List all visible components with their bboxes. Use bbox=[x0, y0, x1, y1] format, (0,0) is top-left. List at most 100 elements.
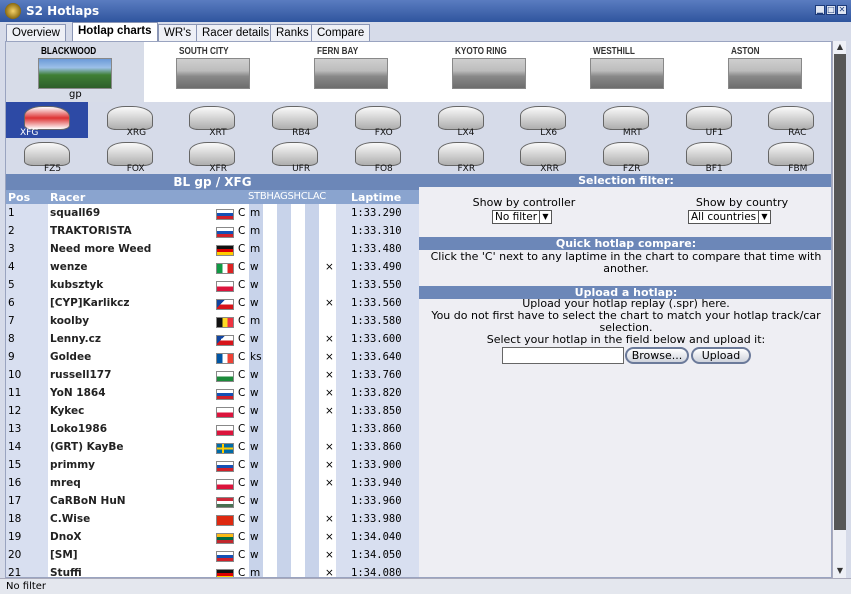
table-row[interactable]: 9 Goldee Cks × 1:33.640 bbox=[6, 348, 419, 366]
track-5[interactable]: ASTON bbox=[696, 42, 831, 102]
racer-name-link[interactable]: (GRT) KayBe bbox=[50, 441, 124, 453]
racer-name-link[interactable]: YoN 1864 bbox=[50, 387, 106, 399]
track-4[interactable]: WESTHILL bbox=[558, 42, 696, 102]
car-mrt[interactable]: MRT bbox=[585, 102, 667, 138]
minimize-icon[interactable]: ▁ bbox=[815, 5, 825, 15]
laptime[interactable]: 1:33.860 bbox=[351, 441, 402, 453]
car-xrg[interactable]: XRG bbox=[89, 102, 171, 138]
laptime[interactable]: 1:33.480 bbox=[351, 243, 402, 255]
racer-name-link[interactable]: wenze bbox=[50, 261, 88, 273]
table-row[interactable]: 16 mreq Cw × 1:33.940 bbox=[6, 474, 419, 492]
table-row[interactable]: 21 Stuffi Cm × 1:34.080 bbox=[6, 564, 419, 577]
compare-link[interactable]: C bbox=[238, 459, 245, 471]
compare-link[interactable]: C bbox=[238, 387, 245, 399]
racer-name-link[interactable]: Need more Weed bbox=[50, 243, 151, 255]
table-row[interactable]: 5 kubsztyk Cw 1:33.550 bbox=[6, 276, 419, 294]
table-row[interactable]: 20 [SM] Cw × 1:34.050 bbox=[6, 546, 419, 564]
maximize-icon[interactable]: □ bbox=[826, 5, 836, 15]
table-row[interactable]: 19 DnoX Cw × 1:34.040 bbox=[6, 528, 419, 546]
table-row[interactable]: 8 Lenny.cz Cw × 1:33.600 bbox=[6, 330, 419, 348]
compare-link[interactable]: C bbox=[238, 333, 245, 345]
track-3[interactable]: KYOTO RING bbox=[420, 42, 558, 102]
car-rb4[interactable]: RB4 bbox=[254, 102, 336, 138]
car-xfr[interactable]: XFR bbox=[171, 138, 253, 174]
laptime[interactable]: 1:33.640 bbox=[351, 351, 402, 363]
table-row[interactable]: 6 [CYP]Karlikcz Cw × 1:33.560 bbox=[6, 294, 419, 312]
racer-name-link[interactable]: koolby bbox=[50, 315, 89, 327]
racer-name-link[interactable]: [SM] bbox=[50, 549, 78, 561]
car-xfg[interactable]: XFG bbox=[6, 102, 88, 138]
compare-link[interactable]: C bbox=[238, 405, 245, 417]
table-row[interactable]: 13 Loko1986 Cw 1:33.860 bbox=[6, 420, 419, 438]
car-fo8[interactable]: FO8 bbox=[337, 138, 419, 174]
table-row[interactable]: 12 Kykec Cw × 1:33.850 bbox=[6, 402, 419, 420]
laptime[interactable]: 1:33.820 bbox=[351, 387, 402, 399]
compare-link[interactable]: C bbox=[238, 243, 245, 255]
hotlap-file-input[interactable] bbox=[502, 347, 624, 364]
table-row[interactable]: 2 TRAKTORISTA Cm 1:33.310 bbox=[6, 222, 419, 240]
laptime[interactable]: 1:33.580 bbox=[351, 315, 402, 327]
compare-link[interactable]: C bbox=[238, 279, 245, 291]
laptime[interactable]: 1:33.560 bbox=[351, 297, 402, 309]
car-fxr[interactable]: FXR bbox=[420, 138, 502, 174]
vertical-scrollbar[interactable]: ▲ ▼ bbox=[832, 41, 846, 578]
compare-link[interactable]: C bbox=[238, 297, 245, 309]
laptime[interactable]: 1:33.860 bbox=[351, 423, 402, 435]
compare-link[interactable]: C bbox=[238, 423, 245, 435]
racer-name-link[interactable]: squall69 bbox=[50, 207, 100, 219]
car-ufr[interactable]: UFR bbox=[254, 138, 336, 174]
compare-link[interactable]: C bbox=[238, 531, 245, 543]
car-fxo[interactable]: FXO bbox=[337, 102, 419, 138]
track-2[interactable]: FERN BAY bbox=[282, 42, 420, 102]
racer-name-link[interactable]: Goldee bbox=[50, 351, 91, 363]
laptime[interactable]: 1:34.040 bbox=[351, 531, 402, 543]
car-lx4[interactable]: LX4 bbox=[420, 102, 502, 138]
compare-link[interactable]: C bbox=[238, 567, 245, 577]
tab-racer-details[interactable]: Racer details bbox=[196, 24, 276, 42]
table-row[interactable]: 4 wenze Cw × 1:33.490 bbox=[6, 258, 419, 276]
compare-link[interactable]: C bbox=[238, 513, 245, 525]
close-icon[interactable]: ✕ bbox=[837, 5, 847, 15]
racer-name-link[interactable]: russell177 bbox=[50, 369, 111, 381]
car-fox[interactable]: FOX bbox=[89, 138, 171, 174]
racer-name-link[interactable]: primmy bbox=[50, 459, 95, 471]
compare-link[interactable]: C bbox=[238, 261, 245, 273]
racer-name-link[interactable]: [CYP]Karlikcz bbox=[50, 297, 130, 309]
controller-filter-select[interactable]: No filter ▼ bbox=[492, 210, 552, 224]
browse-button[interactable]: Browse... bbox=[625, 347, 689, 364]
table-row[interactable]: 11 YoN 1864 Cw × 1:33.820 bbox=[6, 384, 419, 402]
racer-name-link[interactable]: Stuffi bbox=[50, 567, 82, 577]
racer-name-link[interactable]: CaRBoN HuN bbox=[50, 495, 126, 507]
upload-button[interactable]: Upload bbox=[691, 347, 751, 364]
compare-link[interactable]: C bbox=[238, 207, 245, 219]
racer-name-link[interactable]: TRAKTORISTA bbox=[50, 225, 132, 237]
car-fbm[interactable]: FBM bbox=[750, 138, 831, 174]
tab-ranks[interactable]: Ranks bbox=[270, 24, 315, 42]
laptime[interactable]: 1:33.980 bbox=[351, 513, 402, 525]
table-row[interactable]: 3 Need more Weed Cm 1:33.480 bbox=[6, 240, 419, 258]
car-lx6[interactable]: LX6 bbox=[502, 102, 584, 138]
table-row[interactable]: 14 (GRT) KayBe Cw × 1:33.860 bbox=[6, 438, 419, 456]
table-row[interactable]: 7 koolby Cm 1:33.580 bbox=[6, 312, 419, 330]
compare-link[interactable]: C bbox=[238, 495, 245, 507]
laptime[interactable]: 1:33.940 bbox=[351, 477, 402, 489]
racer-name-link[interactable]: kubsztyk bbox=[50, 279, 103, 291]
tab-overview[interactable]: Overview bbox=[6, 24, 66, 42]
car-bf1[interactable]: BF1 bbox=[668, 138, 750, 174]
laptime[interactable]: 1:34.050 bbox=[351, 549, 402, 561]
scrollbar-thumb[interactable] bbox=[834, 54, 846, 530]
track-0[interactable]: BLACKWOOD gp bbox=[6, 42, 144, 102]
table-row[interactable]: 17 CaRBoN HuN Cw 1:33.960 bbox=[6, 492, 419, 510]
car-xrr[interactable]: XRR bbox=[502, 138, 584, 174]
table-row[interactable]: 15 primmy Cw × 1:33.900 bbox=[6, 456, 419, 474]
laptime[interactable]: 1:33.850 bbox=[351, 405, 402, 417]
car-uf1[interactable]: UF1 bbox=[668, 102, 750, 138]
tab-compare[interactable]: Compare bbox=[311, 24, 371, 42]
compare-link[interactable]: C bbox=[238, 351, 245, 363]
laptime[interactable]: 1:33.600 bbox=[351, 333, 402, 345]
compare-link[interactable]: C bbox=[238, 549, 245, 561]
car-fzr[interactable]: FZR bbox=[585, 138, 667, 174]
scroll-down-icon[interactable]: ▼ bbox=[834, 565, 846, 577]
compare-link[interactable]: C bbox=[238, 369, 245, 381]
car-fz5[interactable]: FZ5 bbox=[6, 138, 88, 174]
